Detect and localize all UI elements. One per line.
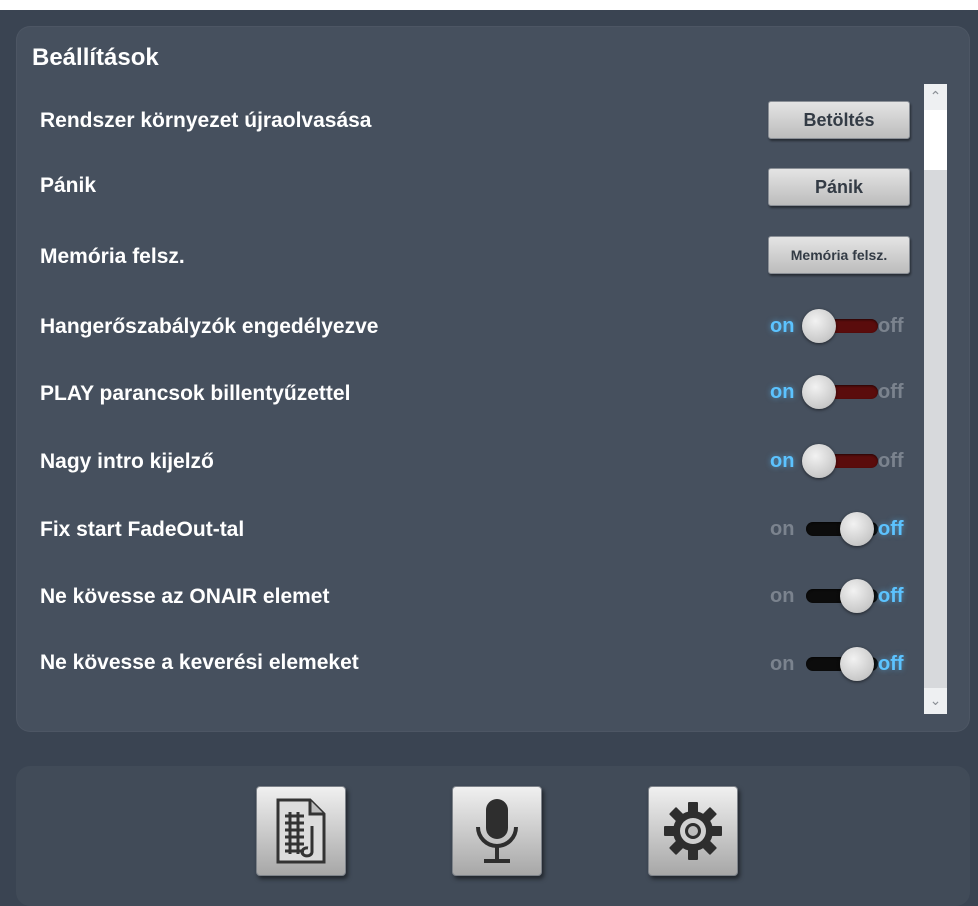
no-follow-mix-toggle[interactable]: on off <box>768 646 912 682</box>
toggle-knob[interactable] <box>840 647 874 681</box>
row-label-big-intro: Nagy intro kijelző <box>40 450 214 473</box>
toggle-knob[interactable] <box>840 579 874 613</box>
settings-scrollbar[interactable]: ⌃ ⌄ <box>924 84 947 714</box>
play-keyboard-toggle[interactable]: on off <box>768 374 912 410</box>
microphone-icon <box>466 795 528 867</box>
toggle-knob[interactable] <box>802 309 836 343</box>
gear-icon <box>660 798 726 864</box>
row-label-fix-start-fadeout: Fix start FadeOut-tal <box>40 518 245 541</box>
row-label-volume-controls: Hangerőszabályzók engedélyezve <box>40 315 379 338</box>
row-label-memory-free: Memória felsz. <box>40 245 185 268</box>
toggle-off-label: off <box>878 585 904 607</box>
panel-title: Beállítások <box>32 44 159 71</box>
big-intro-toggle[interactable]: on off <box>768 443 912 479</box>
toggle-on-label: on <box>770 518 795 540</box>
toggle-on-label: on <box>770 450 795 472</box>
row-label-no-follow-mix: Ne kövesse a keverési elemeket <box>40 651 359 674</box>
scroll-up-arrow-icon[interactable]: ⌃ <box>924 84 947 110</box>
toggle-on-label: on <box>770 315 795 337</box>
scroll-thumb[interactable] <box>924 110 947 170</box>
scroll-down-arrow-icon[interactable]: ⌄ <box>924 688 947 714</box>
toggle-on-label: on <box>770 653 795 675</box>
no-follow-onair-toggle[interactable]: on off <box>768 578 912 614</box>
toggle-knob[interactable] <box>802 375 836 409</box>
window-top-edge <box>0 0 978 10</box>
toggle-off-label: off <box>878 450 904 472</box>
toggle-knob[interactable] <box>802 444 836 478</box>
toggle-off-label: off <box>878 381 904 403</box>
volume-controls-toggle[interactable]: on off <box>768 308 912 344</box>
fix-start-fadeout-toggle[interactable]: on off <box>768 511 912 547</box>
toggle-on-label: on <box>770 585 795 607</box>
row-label-no-follow-onair: Ne kövesse az ONAIR elemet <box>40 585 330 608</box>
row-label-play-keyboard: PLAY parancsok billentyűzettel <box>40 382 351 405</box>
toggle-off-label: off <box>878 315 904 337</box>
reload-button[interactable]: Betöltés <box>768 101 910 139</box>
row-label-panic: Pánik <box>40 174 97 197</box>
document-icon <box>270 796 332 866</box>
playlist-button[interactable] <box>256 786 346 876</box>
toggle-off-label: off <box>878 518 904 540</box>
row-label-reload-environment: Rendszer környezet újraolvasása <box>40 109 372 132</box>
memory-free-button[interactable]: Memória felsz. <box>768 236 910 274</box>
toggle-on-label: on <box>770 381 795 403</box>
toggle-off-label: off <box>878 653 904 675</box>
panic-button[interactable]: Pánik <box>768 168 910 206</box>
microphone-button[interactable] <box>452 786 542 876</box>
toggle-knob[interactable] <box>840 512 874 546</box>
settings-button[interactable] <box>648 786 738 876</box>
